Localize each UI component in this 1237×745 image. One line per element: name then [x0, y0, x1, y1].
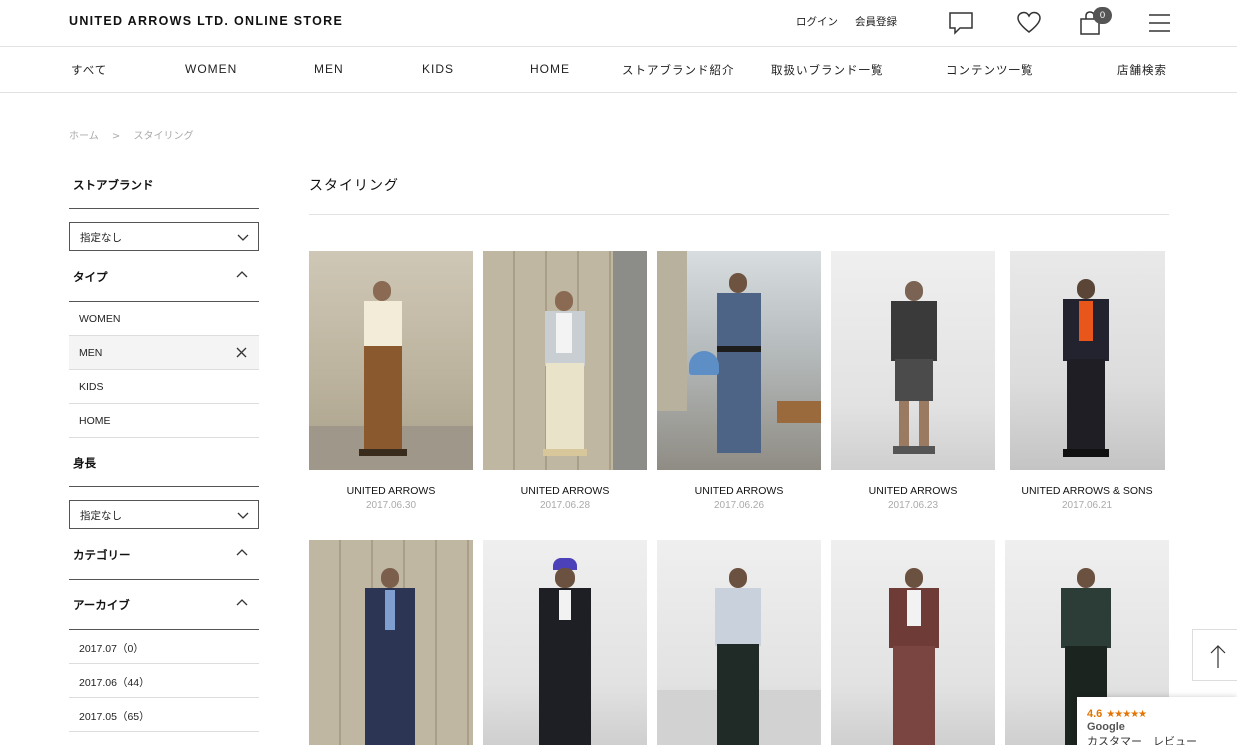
- nav-item-kids[interactable]: KIDS: [422, 62, 454, 76]
- card-date: 2017.06.30: [365, 500, 417, 511]
- store-brand-select-value: 指定なし: [80, 232, 122, 244]
- close-icon[interactable]: [236, 347, 247, 358]
- type-option-label: WOMEN: [79, 313, 121, 325]
- divider: [309, 214, 1169, 215]
- site-header: UNITED ARROWS LTD. ONLINE STORE ログイン 会員登…: [0, 0, 1237, 47]
- heart-icon[interactable]: [1016, 10, 1042, 36]
- styling-card[interactable]: UNITED ARROWS 2017.06.26: [657, 251, 821, 511]
- nav-item-store-search[interactable]: 店舗検索: [1117, 62, 1167, 78]
- chevron-up-icon[interactable]: [236, 269, 248, 281]
- cart-count-badge: 0: [1093, 7, 1112, 24]
- chevron-down-icon: [237, 512, 249, 519]
- styling-photo[interactable]: [831, 251, 995, 470]
- archive-heading[interactable]: アーカイブ: [69, 597, 259, 613]
- archive-item-label: 2017.07（0）: [79, 643, 144, 655]
- nav-item-women[interactable]: WOMEN: [185, 62, 237, 76]
- message-icon[interactable]: [948, 10, 974, 36]
- styling-photo[interactable]: [657, 540, 821, 745]
- styling-card[interactable]: UNITED ARROWS 2017.06.30: [309, 251, 473, 511]
- card-brand: UNITED ARROWS: [346, 485, 436, 497]
- archive-item[interactable]: 2017.06（44）: [69, 664, 259, 698]
- nav-item-contents[interactable]: コンテンツ一覧: [946, 62, 1034, 78]
- type-option-label: HOME: [79, 415, 111, 427]
- archive-item-label: 2017.05（65）: [79, 711, 150, 723]
- divider: [69, 208, 259, 209]
- type-option-men[interactable]: MEN: [69, 336, 259, 370]
- review-label: カスタマー レビュー: [1087, 735, 1197, 745]
- card-brand: UNITED ARROWS: [520, 485, 610, 497]
- styling-photo[interactable]: [831, 540, 995, 745]
- styling-card[interactable]: [657, 540, 821, 745]
- category-heading[interactable]: カテゴリー: [69, 547, 259, 563]
- styling-photo[interactable]: [657, 251, 821, 470]
- type-option-label: MEN: [79, 347, 103, 359]
- styling-card[interactable]: UNITED ARROWS 2017.06.28: [483, 251, 647, 511]
- login-link[interactable]: ログイン: [796, 14, 838, 29]
- card-brand: UNITED ARROWS & SONS: [1021, 485, 1153, 497]
- breadcrumb-current: スタイリング: [133, 131, 194, 142]
- height-select[interactable]: 指定なし: [69, 500, 259, 529]
- divider: [69, 486, 259, 487]
- styling-photo[interactable]: [309, 251, 473, 470]
- height-select-value: 指定なし: [80, 510, 122, 522]
- type-option-women[interactable]: WOMEN: [69, 302, 259, 336]
- card-date: 2017.06.28: [539, 500, 591, 511]
- arrow-up-icon: [1210, 645, 1226, 668]
- styling-card[interactable]: [831, 540, 995, 745]
- nav-item-all[interactable]: すべて: [71, 62, 107, 78]
- review-score: 4.6: [1087, 708, 1103, 720]
- chevron-up-icon[interactable]: [236, 597, 248, 609]
- card-brand: UNITED ARROWS: [694, 485, 784, 497]
- styling-photo[interactable]: [309, 540, 473, 745]
- styling-photo[interactable]: [483, 540, 647, 745]
- review-provider: Google: [1087, 721, 1125, 733]
- card-date: 2017.06.26: [713, 500, 765, 511]
- divider: [69, 579, 259, 580]
- menu-icon[interactable]: [1147, 10, 1173, 36]
- nav-item-brand-list[interactable]: 取扱いブランド一覧: [771, 62, 884, 78]
- store-brand-heading: ストアブランド: [73, 178, 154, 192]
- type-option-label: KIDS: [79, 381, 104, 393]
- breadcrumb: ホーム > スタイリング: [69, 127, 203, 142]
- global-nav: すべて WOMEN MEN KIDS HOME ストアブランド紹介 取扱いブラン…: [0, 47, 1237, 93]
- back-to-top-button[interactable]: [1192, 629, 1237, 681]
- breadcrumb-home[interactable]: ホーム: [69, 131, 99, 142]
- register-link[interactable]: 会員登録: [855, 14, 897, 29]
- nav-item-home[interactable]: HOME: [530, 62, 570, 76]
- review-stars: ★★★★★: [1106, 709, 1147, 720]
- archive-item-label: 2017.06（44）: [79, 677, 150, 689]
- breadcrumb-separator: >: [111, 131, 121, 142]
- height-heading: 身長: [73, 456, 96, 470]
- type-heading[interactable]: タイプ: [69, 269, 259, 285]
- nav-item-store-brands[interactable]: ストアブランド紹介: [622, 62, 735, 78]
- archive-item[interactable]: 2017.07（0）: [69, 630, 259, 664]
- type-option-kids[interactable]: KIDS: [69, 370, 259, 404]
- chevron-down-icon: [237, 234, 249, 241]
- page-title: スタイリング: [309, 178, 399, 194]
- archive-item[interactable]: 2017.05（65）: [69, 698, 259, 732]
- type-option-home[interactable]: HOME: [69, 404, 259, 438]
- styling-card[interactable]: UNITED ARROWS 2017.06.23: [831, 251, 995, 511]
- styling-card[interactable]: [483, 540, 647, 745]
- card-brand: UNITED ARROWS: [868, 485, 958, 497]
- styling-photo[interactable]: [1005, 251, 1169, 470]
- styling-photo[interactable]: [483, 251, 647, 470]
- store-brand-select[interactable]: 指定なし: [69, 222, 259, 251]
- nav-item-men[interactable]: MEN: [314, 62, 344, 76]
- styling-card[interactable]: [309, 540, 473, 745]
- google-review-badge[interactable]: 4.6 ★★★★★ Google カスタマー レビュー: [1077, 697, 1237, 745]
- chevron-up-icon[interactable]: [236, 547, 248, 559]
- card-date: 2017.06.21: [1061, 500, 1113, 511]
- site-logo[interactable]: UNITED ARROWS LTD. ONLINE STORE: [69, 14, 343, 28]
- styling-card[interactable]: UNITED ARROWS & SONS 2017.06.21: [1005, 251, 1169, 511]
- card-date: 2017.06.23: [887, 500, 939, 511]
